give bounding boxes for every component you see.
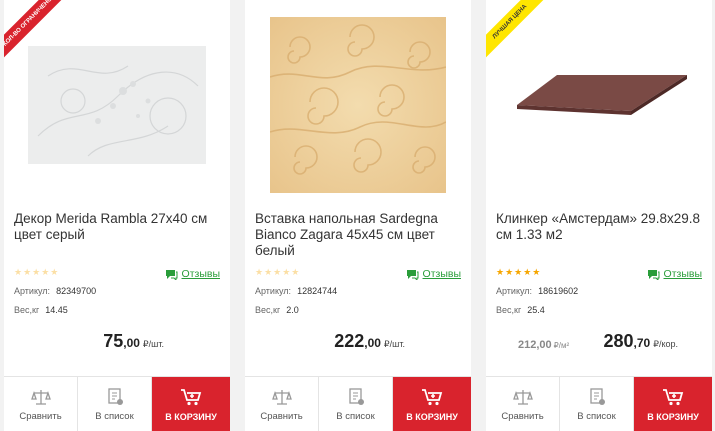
weight-value: 14.45 [45, 305, 68, 315]
rating-stars: ★★★★★ [14, 267, 59, 278]
reviews-label: Отзывы [181, 268, 220, 280]
star-icon: ★★★★★ [14, 267, 60, 277]
article-row: Артикул: 18619602 [496, 286, 579, 296]
article-value: 12824744 [297, 286, 338, 296]
reviews-label: Отзывы [422, 268, 461, 280]
list-icon [107, 387, 123, 405]
card-actions: Сравнить В список В КОРЗИНУ [4, 376, 230, 431]
product-image[interactable] [245, 10, 471, 200]
price: 280,70 ₽/кор. [603, 331, 678, 351]
product-card: ЛУЧШАЯ ЦЕНА Клинкер «Амстердам» 29.8х29.… [486, 0, 712, 431]
cart-icon [663, 388, 684, 405]
compare-button[interactable]: Сравнить [486, 377, 560, 431]
weight-row: Вес,кг 25.4 [496, 305, 545, 315]
reviews-link[interactable]: Отзывы [165, 268, 220, 280]
price-per-m2: 212,00 ₽/м² [518, 339, 570, 351]
product-card: Вставка напольная Sardegna Bianco Zagara… [245, 0, 471, 431]
price: 75,00 ₽/шт. [103, 331, 164, 351]
chat-icon [406, 269, 419, 280]
compare-button[interactable]: Сравнить [245, 377, 319, 431]
add-to-cart-button[interactable]: В КОРЗИНУ [634, 377, 712, 431]
scales-icon [512, 389, 533, 405]
cart-icon [181, 388, 202, 405]
article-value: 82349700 [56, 286, 97, 296]
scales-icon [30, 389, 51, 405]
limited-quantity-ribbon: КОЛ-ВО ОГРАНИЧЕНО [4, 0, 74, 70]
product-title[interactable]: Вставка напольная Sardegna Bianco Zagara… [255, 211, 465, 259]
product-card: КОЛ-ВО ОГРАНИЧЕНО Декор Merida Rambla 27… [4, 0, 230, 431]
add-to-cart-button[interactable]: В КОРЗИНУ [393, 377, 471, 431]
rating-stars: ★★★★★ [496, 267, 541, 278]
article-row: Артикул: 12824744 [255, 286, 338, 296]
chat-icon [647, 269, 660, 280]
cart-icon [422, 388, 443, 405]
weight-row: Вес,кг 14.45 [14, 305, 68, 315]
add-to-cart-button[interactable]: В КОРЗИНУ [152, 377, 230, 431]
best-price-ribbon: ЛУЧШАЯ ЦЕНА [486, 0, 556, 70]
weight-row: Вес,кг 2.0 [255, 305, 299, 315]
wishlist-button[interactable]: В список [319, 377, 393, 431]
reviews-link[interactable]: Отзывы [406, 268, 461, 280]
star-icon: ★★★★★ [255, 267, 301, 277]
weight-value: 25.4 [527, 305, 545, 315]
compare-button[interactable]: Сравнить [4, 377, 78, 431]
star-icon: ★★★★★ [496, 267, 542, 277]
chat-icon [165, 269, 178, 280]
article-value: 18619602 [538, 286, 579, 296]
wishlist-button[interactable]: В список [78, 377, 152, 431]
clinker-tile-image [517, 75, 687, 115]
card-actions: Сравнить В список В КОРЗИНУ [245, 376, 471, 431]
product-title[interactable]: Декор Merida Rambla 27х40 см цвет серый [14, 211, 224, 243]
weight-value: 2.0 [286, 305, 299, 315]
price: 222,00 ₽/шт. [334, 331, 405, 351]
article-row: Артикул: 82349700 [14, 286, 97, 296]
insert-tile-image [270, 17, 446, 193]
list-icon [589, 387, 605, 405]
product-title[interactable]: Клинкер «Амстердам» 29.8х29.8 см 1.33 м2 [496, 211, 706, 243]
card-actions: Сравнить В список В КОРЗИНУ [486, 376, 712, 431]
reviews-link[interactable]: Отзывы [647, 268, 702, 280]
reviews-label: Отзывы [663, 268, 702, 280]
wishlist-button[interactable]: В список [560, 377, 634, 431]
rating-stars: ★★★★★ [255, 267, 300, 278]
list-icon [348, 387, 364, 405]
scales-icon [271, 389, 292, 405]
